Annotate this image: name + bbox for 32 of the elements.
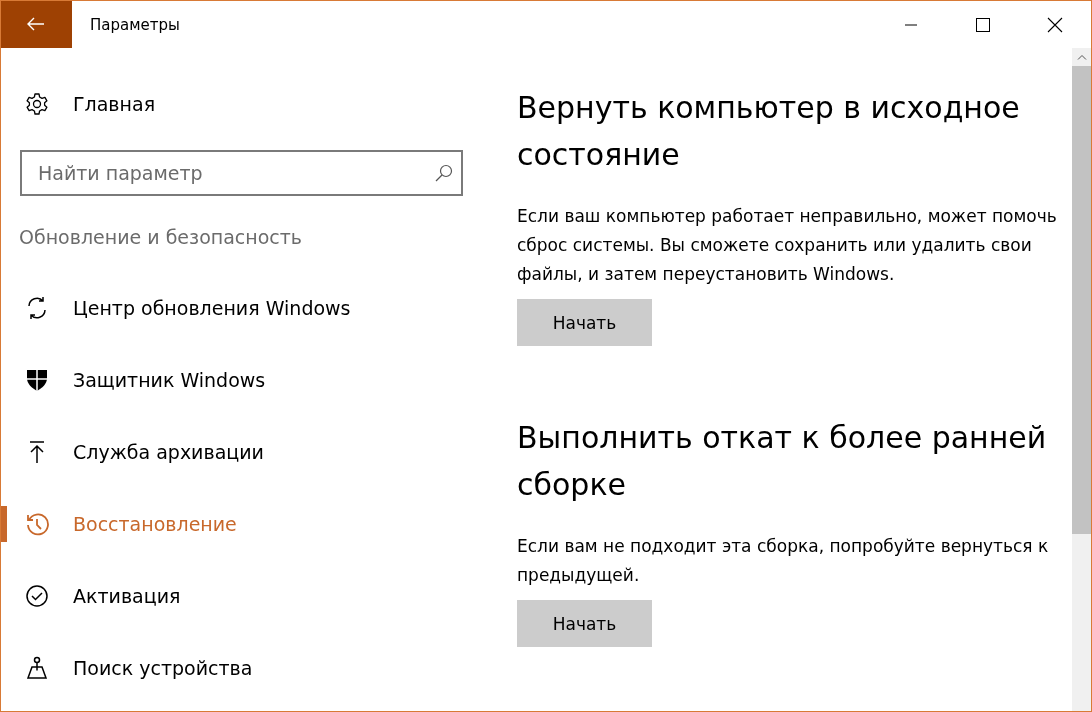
section-heading: Обновление и безопасность	[19, 226, 304, 248]
maximize-icon	[976, 17, 990, 32]
section-title: Выполнить откат к более ранней сборке	[517, 419, 1048, 504]
selection-indicator	[1, 506, 7, 542]
scrollbar[interactable]	[1072, 48, 1091, 711]
nav-item[interactable]: Центр обновления Windows	[1, 272, 499, 344]
settings-icon	[25, 92, 49, 116]
sync-icon	[25, 296, 49, 320]
shield-icon	[25, 368, 49, 392]
section-description: Если вам не подходит эта сборка, попробуйте вернуться к предыдущей.	[517, 535, 1050, 587]
nav-item[interactable]: Защитник Windows	[1, 344, 499, 416]
search-field[interactable]: Найти параметр	[20, 150, 463, 196]
nav-item[interactable]: Поиск устройства	[1, 632, 499, 704]
nav-item[interactable]: Активация	[1, 560, 499, 632]
back-button[interactable]	[1, 1, 72, 48]
history-icon	[25, 512, 49, 536]
start-button[interactable]: Начать	[517, 600, 652, 647]
home-link[interactable]: Главная	[1, 76, 499, 132]
back-arrow-icon	[27, 17, 45, 31]
nav-item[interactable]: Восстановление	[1, 488, 499, 560]
window-title: Параметры	[90, 15, 181, 34]
scroll-up-icon[interactable]	[1076, 54, 1087, 60]
minimize-icon	[905, 23, 917, 26]
check-circle-icon	[25, 584, 49, 608]
section-description: Если ваш компьютер работает неправильно, может помочь сброс системы. Вы сможете сохранить или удалить свои файлы, и затем переустановить Windows.	[517, 205, 1057, 286]
scrollbar-thumb[interactable]	[1072, 66, 1091, 534]
person-pin-icon	[25, 656, 49, 680]
section-title: Вернуть компьютер в исходное состояние	[517, 89, 1021, 174]
start-button[interactable]: Начать	[517, 299, 652, 346]
close-icon	[1047, 16, 1063, 33]
nav-item[interactable]: Служба архивации	[1, 416, 499, 488]
search-icon	[435, 164, 453, 182]
